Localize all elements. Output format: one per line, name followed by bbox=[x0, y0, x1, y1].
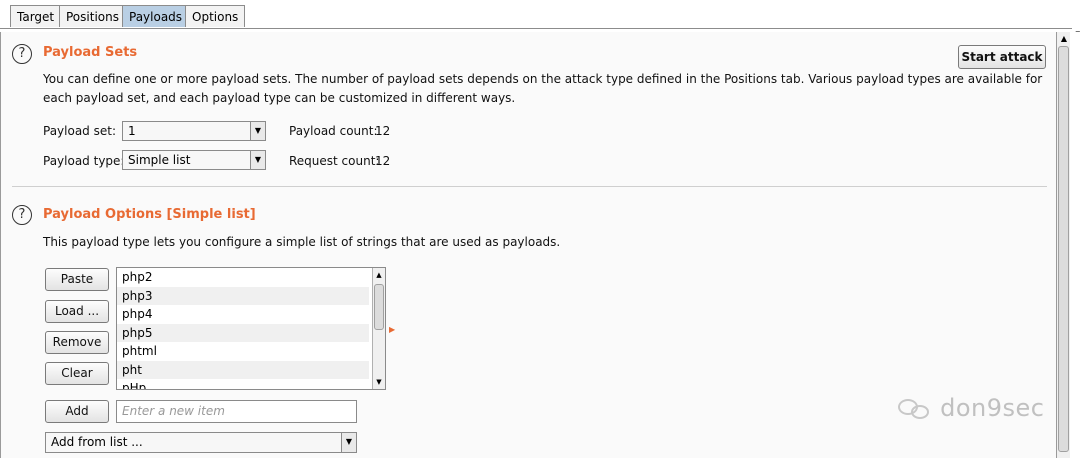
tab-divider bbox=[0, 28, 1072, 29]
wechat-icon bbox=[898, 397, 932, 421]
scrollbar-thumb[interactable] bbox=[374, 284, 384, 330]
tab-bar: Target Positions Payloads Options ▾ bbox=[0, 0, 1080, 39]
clear-button[interactable]: Clear bbox=[45, 362, 109, 385]
load-button[interactable]: Load ... bbox=[45, 300, 109, 323]
payload-options-description: This payload type lets you configure a s… bbox=[43, 235, 561, 249]
list-item[interactable]: php5 bbox=[117, 323, 369, 342]
payload-set-label: Payload set: bbox=[43, 124, 116, 138]
panel-scrollbar[interactable]: ▲ bbox=[1056, 32, 1070, 458]
scroll-up-icon[interactable]: ▲ bbox=[1059, 34, 1069, 44]
tab-target[interactable]: Target bbox=[10, 5, 62, 27]
add-button[interactable]: Add bbox=[45, 400, 109, 423]
chevron-down-icon[interactable]: ▼ bbox=[250, 151, 265, 169]
payload-type-select[interactable]: Simple list ▼ bbox=[122, 150, 266, 170]
paste-button[interactable]: Paste bbox=[45, 268, 109, 291]
list-item[interactable]: php2 bbox=[117, 268, 369, 287]
add-from-list-label: Add from list ... bbox=[51, 435, 143, 449]
scroll-down-icon[interactable]: ▼ bbox=[374, 377, 384, 387]
list-item[interactable]: pHp bbox=[117, 379, 369, 389]
payload-options-title: Payload Options [Simple list] bbox=[43, 207, 256, 222]
list-item[interactable]: phtml bbox=[117, 342, 369, 361]
tab-positions[interactable]: Positions bbox=[59, 5, 126, 27]
payload-sets-title: Payload Sets bbox=[43, 45, 138, 60]
add-from-list-select[interactable]: Add from list ... ▼ bbox=[45, 432, 357, 453]
tab-options[interactable]: Options bbox=[185, 5, 246, 27]
help-icon[interactable]: ? bbox=[12, 44, 32, 64]
payload-list[interactable]: php2 php3 php4 php5 phtml pht pHp ▲ ▼ bbox=[116, 267, 386, 390]
payload-type-value: Simple list bbox=[128, 153, 191, 167]
start-attack-button[interactable]: Start attack bbox=[958, 45, 1046, 69]
list-scrollbar[interactable]: ▲ ▼ bbox=[372, 268, 385, 389]
payload-sets-description-2: each payload set, and each payload type … bbox=[43, 91, 516, 105]
right-edge bbox=[1070, 32, 1080, 458]
request-count-label: Request count: bbox=[289, 154, 380, 168]
payload-set-value: 1 bbox=[128, 124, 136, 138]
payload-sets-description: You can define one or more payload sets.… bbox=[43, 72, 1043, 86]
help-icon[interactable]: ? bbox=[12, 205, 32, 225]
request-count-value: 12 bbox=[375, 154, 391, 168]
scroll-up-icon[interactable]: ▲ bbox=[374, 270, 384, 280]
payload-count-value: 12 bbox=[375, 124, 391, 138]
payload-count-label: Payload count: bbox=[289, 124, 378, 138]
watermark-text: don9sec bbox=[940, 394, 1045, 422]
remove-button[interactable]: Remove bbox=[45, 331, 109, 354]
scrollbar-thumb[interactable] bbox=[1058, 46, 1069, 452]
list-item[interactable]: pht bbox=[117, 360, 369, 379]
payload-type-label: Payload type: bbox=[43, 154, 125, 168]
expand-arrow-icon[interactable]: ▶ bbox=[389, 325, 395, 334]
list-item[interactable]: php3 bbox=[117, 286, 369, 305]
section-divider bbox=[12, 186, 1047, 187]
new-item-input[interactable]: Enter a new item bbox=[116, 400, 357, 423]
tab-payloads[interactable]: Payloads bbox=[122, 5, 190, 27]
payload-set-select[interactable]: 1 ▼ bbox=[122, 121, 266, 141]
chevron-down-icon[interactable]: ▼ bbox=[250, 122, 265, 140]
list-item[interactable]: php4 bbox=[117, 305, 369, 324]
chevron-down-icon[interactable]: ▼ bbox=[341, 433, 356, 452]
watermark: don9sec bbox=[898, 394, 1045, 422]
